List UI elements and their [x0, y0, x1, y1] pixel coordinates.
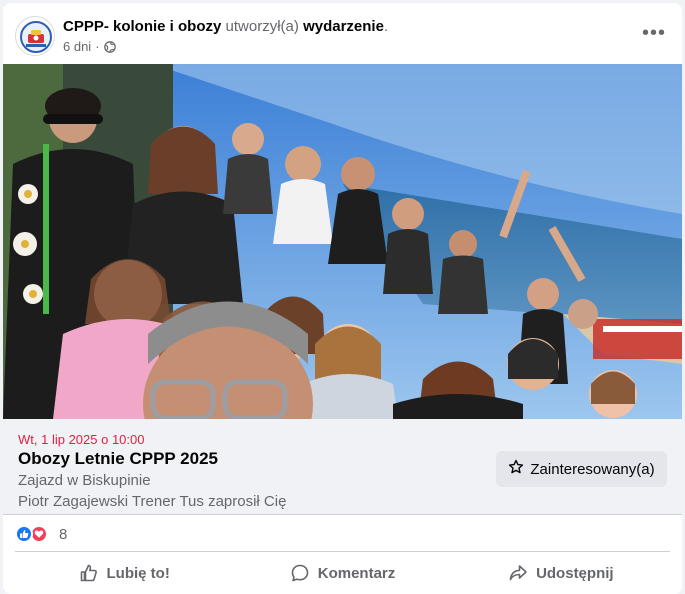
comment-button[interactable]: Komentarz [233, 554, 451, 592]
share-icon [508, 563, 528, 583]
globe-icon[interactable] [103, 40, 116, 53]
page-avatar[interactable] [15, 16, 55, 56]
actions-divider [15, 551, 670, 552]
meta-separator: · [95, 39, 100, 54]
event-link[interactable]: wydarzenie [303, 18, 384, 35]
comment-icon [290, 563, 310, 583]
star-icon [508, 459, 524, 479]
thumbs-up-icon [79, 563, 99, 583]
event-invite-text: Piotr Zagajewski Trener Tus zaprosił Cię [18, 493, 287, 510]
event-title[interactable]: Obozy Letnie CPPP 2025 [18, 449, 218, 469]
like-button[interactable]: Lubię to! [15, 554, 233, 592]
page-logo-icon [17, 18, 54, 55]
post-header: CPPP- kolonie i obozy utworzył(a) wydarz… [3, 3, 682, 63]
interested-label: Zainteresowany(a) [530, 460, 655, 478]
post-timestamp[interactable]: 6 dni [63, 39, 91, 54]
event-date: Wt, 1 lip 2025 o 10:00 [18, 432, 145, 447]
like-reaction-icon [15, 525, 33, 543]
event-location: Zajazd w Biskupinie [18, 472, 151, 489]
reaction-icons [15, 524, 53, 544]
interested-button[interactable]: Zainteresowany(a) [496, 451, 667, 487]
page-name-link[interactable]: CPPP- kolonie i obozy [63, 18, 221, 35]
post-author-line: CPPP- kolonie i obozy utworzył(a) wydarz… [63, 18, 388, 35]
share-button[interactable]: Udostępnij [452, 554, 670, 592]
post-meta: 6 dni · [63, 39, 116, 54]
action-end: . [383, 18, 389, 35]
comment-label: Komentarz [317, 564, 396, 582]
share-label: Udostępnij [536, 564, 614, 582]
event-post-card: CPPP- kolonie i obozy utworzył(a) wydarz… [3, 3, 682, 594]
more-options-button[interactable]: ••• [636, 15, 672, 51]
reactions-summary[interactable]: 8 [15, 521, 67, 547]
reaction-count: 8 [59, 525, 68, 543]
event-cover-photo[interactable] [3, 64, 682, 419]
more-icon: ••• [641, 21, 666, 44]
action-text: utworzył(a) [225, 18, 299, 35]
like-label: Lubię to! [106, 564, 170, 582]
post-actions-bar: Lubię to! Komentarz Udostępnij [15, 554, 670, 592]
